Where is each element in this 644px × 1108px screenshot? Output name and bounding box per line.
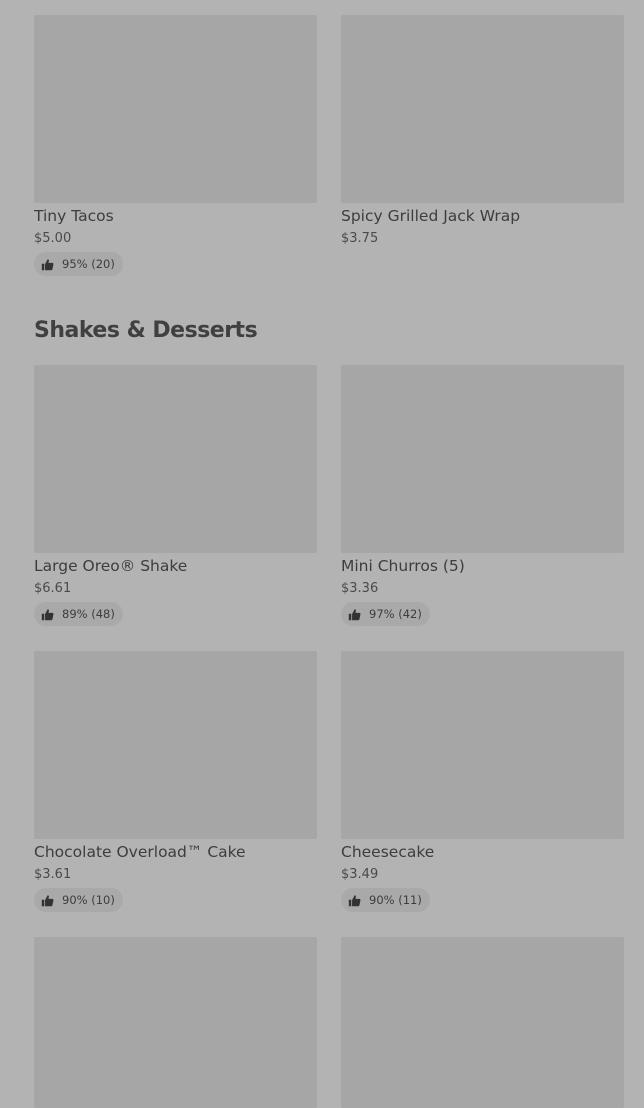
menu-item-image[interactable]	[34, 937, 317, 1108]
menu-item-card[interactable]: Spicy Grilled Jack Wrap $3.75	[341, 15, 624, 281]
menu-item-name: Cheesecake	[341, 843, 435, 861]
menu-item-card[interactable]: Cheesecake $3.49 90% (11)	[341, 651, 624, 917]
menu-item-price: $3.36	[341, 581, 379, 596]
menu-item-name: Chocolate Overload™ Cake	[34, 843, 246, 861]
rating-badge: 97% (42)	[341, 602, 430, 626]
rating-text: 90% (10)	[62, 893, 115, 907]
menu-item-price: $3.61	[34, 867, 72, 882]
menu-item-image[interactable]	[341, 937, 624, 1108]
menu-item-card[interactable]: Large Oreo® Shake $6.61 89% (48)	[34, 365, 317, 631]
menu-item-card[interactable]: Chocolate Overload™ Cake $3.61 90% (10)	[34, 651, 317, 917]
rating-badge: 95% (20)	[34, 252, 123, 276]
menu-item-image[interactable]	[341, 365, 624, 553]
menu-item-image[interactable]	[341, 15, 624, 203]
menu-item-name: Mini Churros (5)	[341, 557, 465, 575]
rating-text: 90% (11)	[369, 893, 422, 907]
menu-item-card[interactable]	[34, 937, 317, 1108]
menu-item-price: $6.61	[34, 581, 72, 596]
thumbs-up-icon	[41, 258, 54, 270]
thumbs-up-icon	[348, 608, 361, 620]
menu-item-price: $5.00	[34, 231, 72, 246]
menu-item-name: Large Oreo® Shake	[34, 557, 188, 575]
menu-item-card[interactable]: Tiny Tacos $5.00 95% (20)	[34, 15, 317, 281]
menu-item-image[interactable]	[341, 651, 624, 839]
rating-text: 89% (48)	[62, 607, 115, 621]
menu-item-name: Spicy Grilled Jack Wrap	[341, 207, 521, 225]
menu-grid-desserts: Large Oreo® Shake $6.61 89% (48) Mini Ch…	[34, 365, 624, 1108]
rating-badge: 89% (48)	[34, 602, 123, 626]
section-title: Shakes & Desserts	[34, 318, 258, 343]
menu-grid-top: Tiny Tacos $5.00 95% (20) Spicy Grilled …	[34, 15, 624, 281]
rating-badge: 90% (10)	[34, 888, 123, 912]
menu-item-image[interactable]	[34, 365, 317, 553]
menu-item-image[interactable]	[34, 651, 317, 839]
menu-item-image[interactable]	[34, 15, 317, 203]
menu-item-name: Tiny Tacos	[34, 207, 114, 225]
rating-text: 97% (42)	[369, 607, 422, 621]
menu-item-price: $3.49	[341, 867, 379, 882]
rating-text: 95% (20)	[62, 257, 115, 271]
menu-item-card[interactable]	[341, 937, 624, 1108]
menu-item-card[interactable]: Mini Churros (5) $3.36 97% (42)	[341, 365, 624, 631]
menu-item-price: $3.75	[341, 231, 379, 246]
thumbs-up-icon	[41, 608, 54, 620]
thumbs-up-icon	[41, 894, 54, 906]
rating-badge: 90% (11)	[341, 888, 430, 912]
thumbs-up-icon	[348, 894, 361, 906]
